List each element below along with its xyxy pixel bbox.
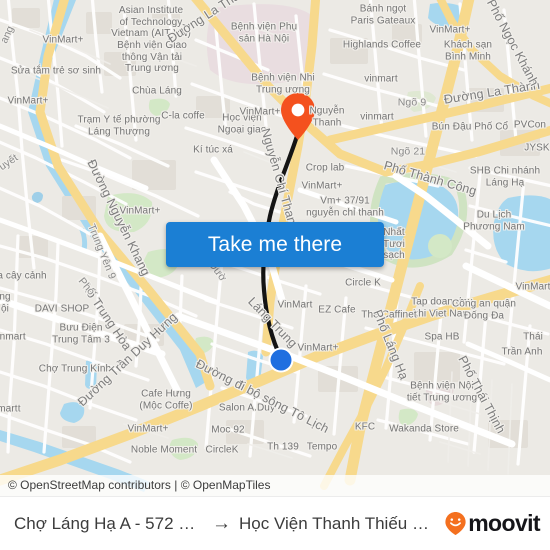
moovit-pin-icon bbox=[445, 512, 466, 535]
moovit-wordmark: moovit bbox=[468, 510, 540, 536]
trip-origin[interactable]: Chợ Láng Hạ A - 572 Đ... bbox=[14, 514, 204, 534]
moovit-map-screen: .bld{fill:#e3e0da;} .blk{fill:#e6e3dd;} … bbox=[0, 0, 550, 550]
map-attribution[interactable]: © OpenStreetMap contributors | © OpenMap… bbox=[0, 475, 550, 496]
trip-summary-bar: Chợ Láng Hạ A - 572 Đ... → Học Viện Than… bbox=[0, 496, 550, 550]
origin-dot[interactable] bbox=[267, 346, 295, 374]
take-me-there-label: Take me there bbox=[207, 232, 343, 256]
destination-pin[interactable] bbox=[279, 92, 317, 142]
moovit-logo[interactable]: moovit bbox=[444, 510, 541, 537]
take-me-there-button[interactable]: Take me there bbox=[166, 222, 384, 267]
arrow-right-icon: → bbox=[212, 513, 231, 534]
trip-destination[interactable]: Học Viện Thanh Thiếu Ni... bbox=[239, 514, 439, 534]
